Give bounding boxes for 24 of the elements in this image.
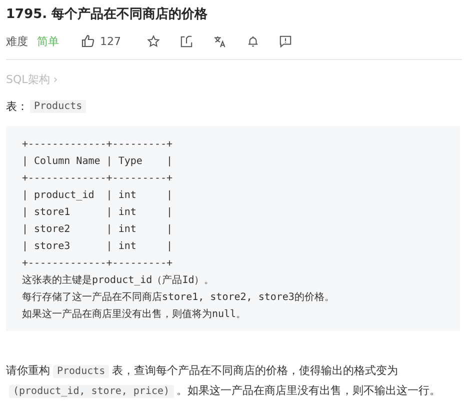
difficulty-label: 难度 xyxy=(6,34,28,48)
code-line: | store3 | int | xyxy=(22,240,174,254)
code-line: | store1 | int | xyxy=(22,206,174,220)
feedback-icon[interactable] xyxy=(279,34,292,48)
code-line: | product_id | int | xyxy=(22,189,174,203)
table-name: Products xyxy=(30,100,86,113)
code-line: | Column Name | Type | xyxy=(22,155,174,169)
code-line: 每行存储了这一产品在不同商店store1, store2, store3的价格。 xyxy=(22,290,336,305)
bell-icon[interactable] xyxy=(247,34,259,48)
share-icon[interactable] xyxy=(180,34,193,48)
code-line: 如果这一产品在商店里没有出售，则值将为null。 xyxy=(22,308,248,322)
code-line: +-------------+---------+ xyxy=(22,138,174,152)
question-text: 请你重构 Products 表，查询每个产品在不同商店的价格，使得输出的格式变为 (product_id, store, price) 。如果这一产品在商店里没有出售，则不输出这一行。 xyxy=(6,363,442,400)
like-button[interactable]: 127 xyxy=(81,34,121,48)
code-line: +-------------+---------+ xyxy=(22,172,174,186)
table-label: 表： xyxy=(6,99,28,114)
problem-title: 1795. 每个产品在不同商店的价格 xyxy=(6,6,209,24)
difficulty-level: 简单 xyxy=(37,34,59,48)
thumbs-up-icon xyxy=(81,34,95,48)
code-line: 这张表的主键是product_id（产品Id）。 xyxy=(22,274,216,288)
code-line: | store2 | int | xyxy=(22,223,174,237)
translate-icon[interactable] xyxy=(213,34,227,48)
star-icon[interactable] xyxy=(147,34,160,48)
code-line: +-------------+---------+ xyxy=(22,257,174,271)
